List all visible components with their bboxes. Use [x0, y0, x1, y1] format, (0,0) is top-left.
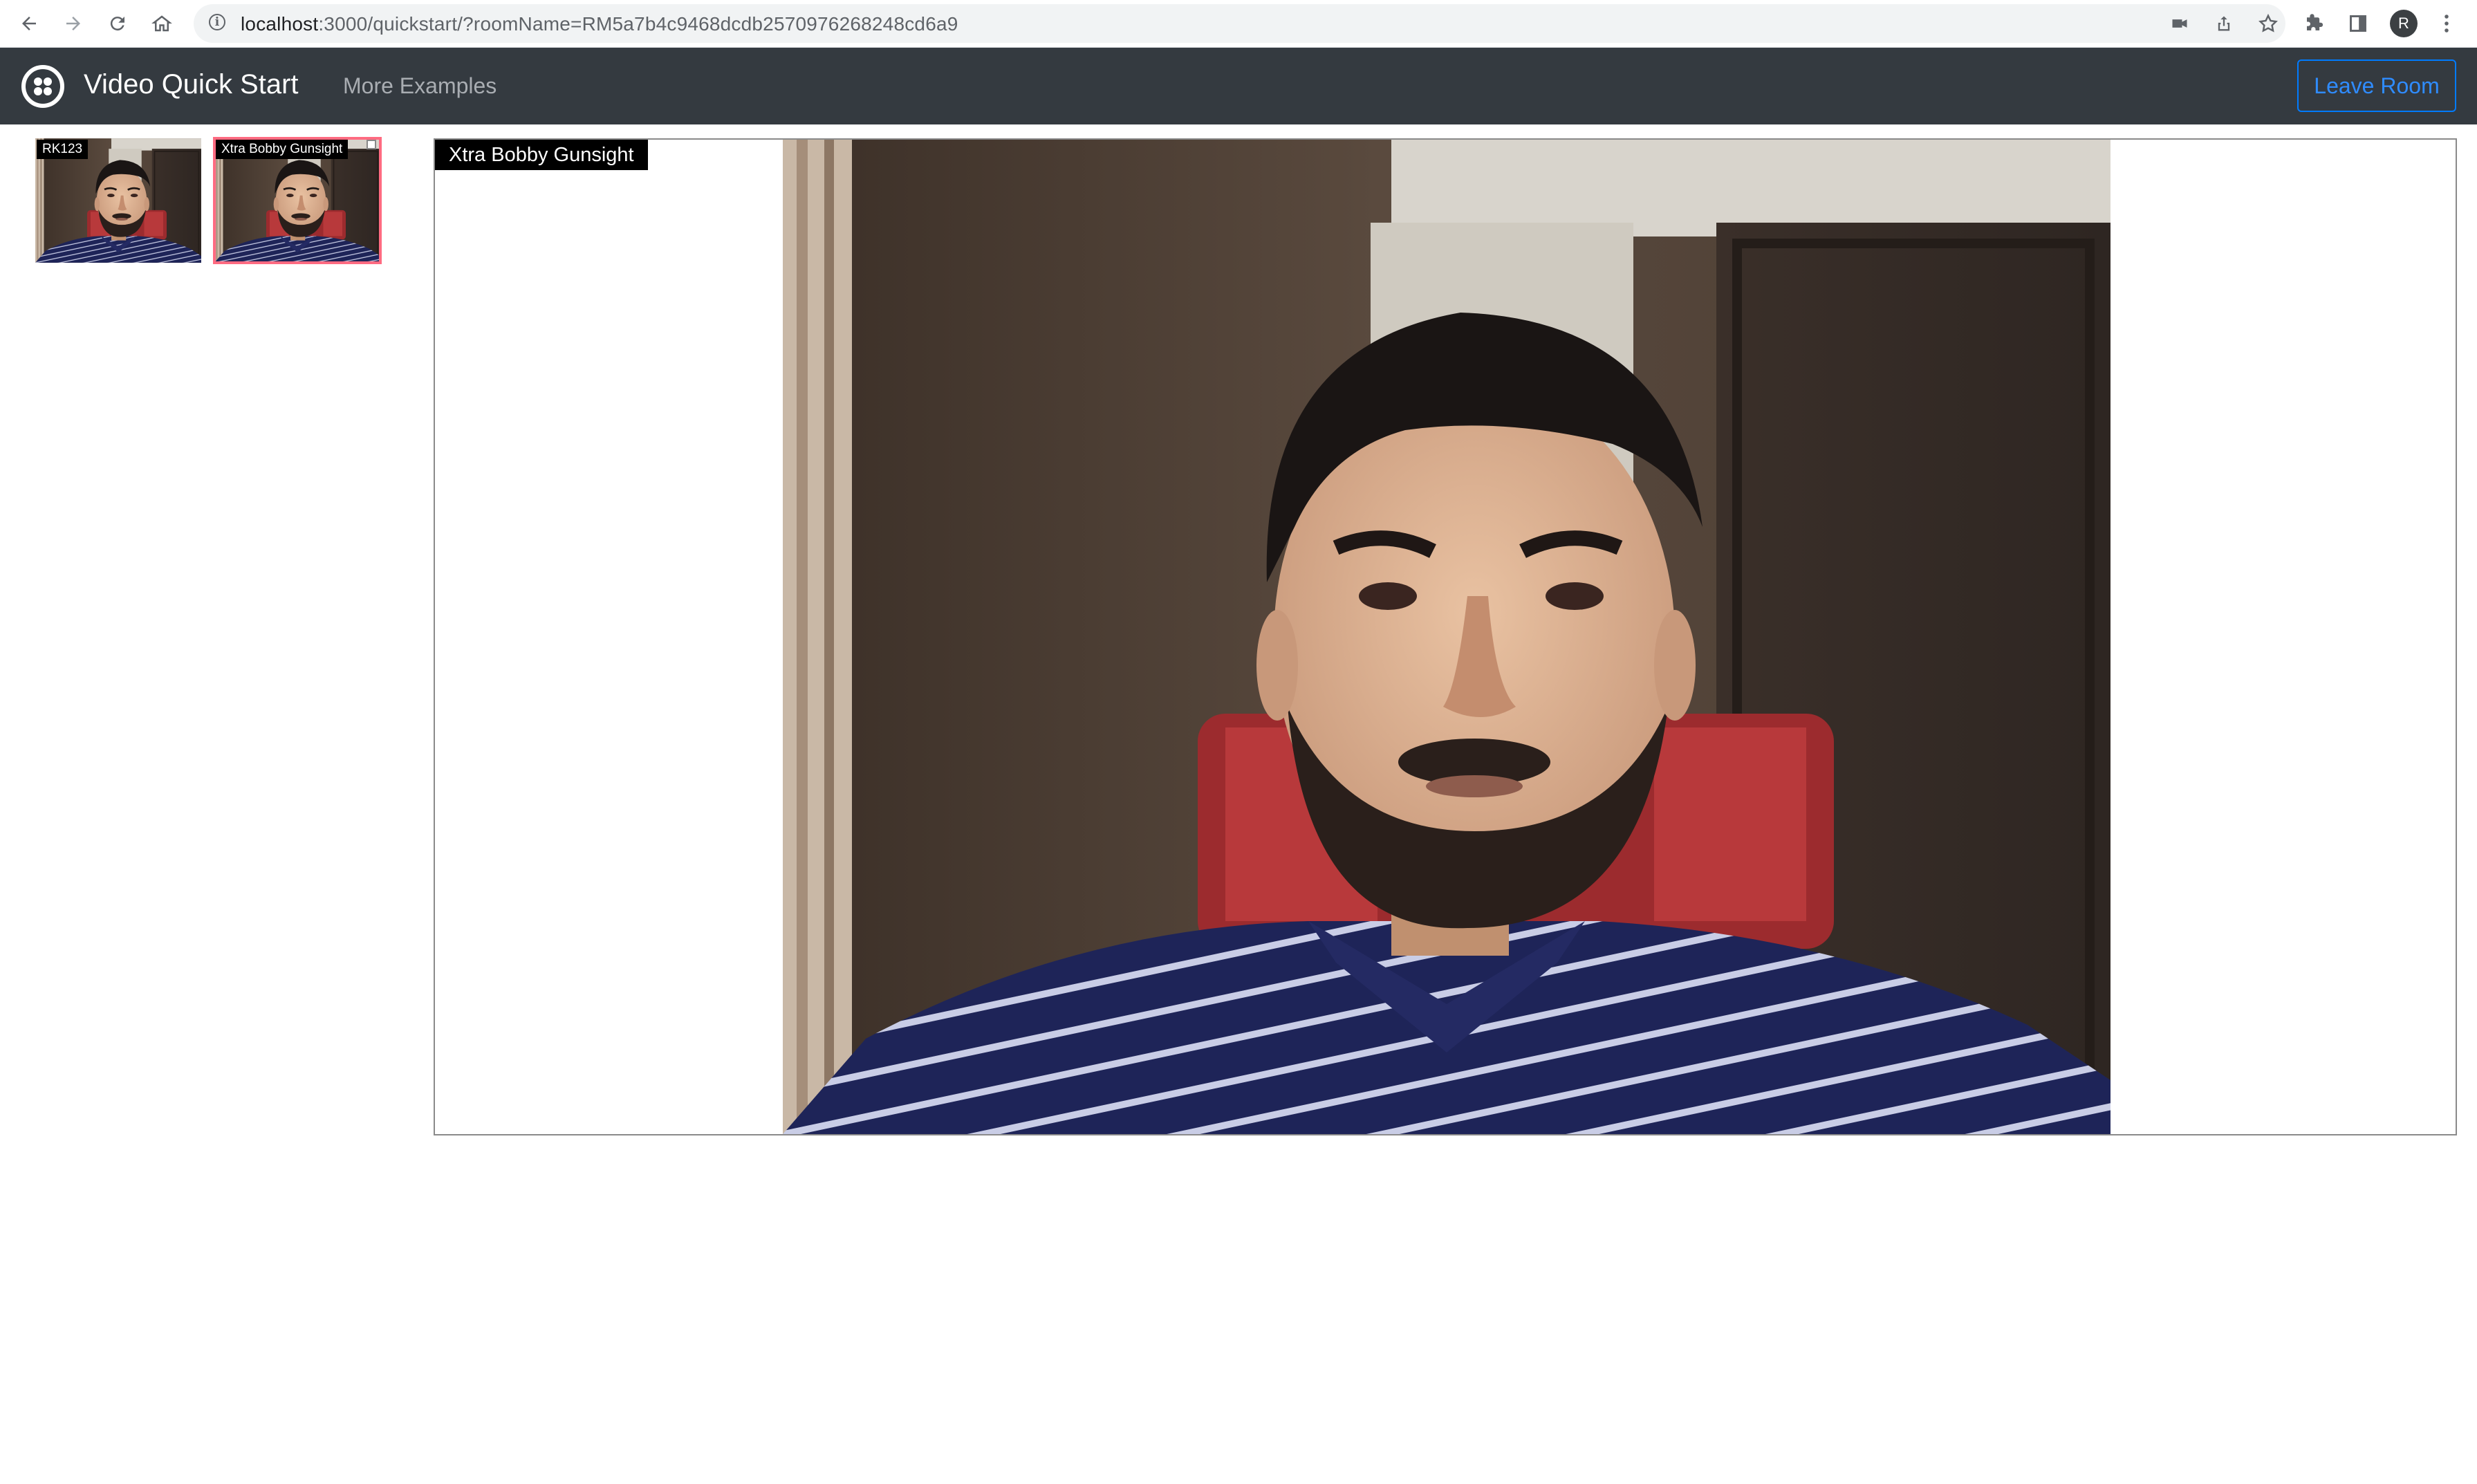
url-host: localhost [241, 13, 319, 35]
bookmark-star-icon[interactable] [2254, 10, 2282, 37]
browser-toolbar: i localhost:3000/quickstart/?roomName=RM… [0, 0, 2477, 48]
active-participant-video[interactable] [783, 140, 2110, 1134]
participant-name-tag: Xtra Bobby Gunsight [216, 140, 349, 159]
side-panel-icon[interactable] [2341, 7, 2375, 40]
twilio-logo-icon[interactable] [21, 65, 64, 108]
profile-avatar[interactable]: R [2390, 10, 2418, 37]
info-icon[interactable]: i [209, 14, 225, 30]
url-path: :3000/quickstart/?roomName=RM5a7b4c9468d… [318, 13, 958, 35]
more-examples-link[interactable]: More Examples [343, 73, 497, 99]
reload-icon[interactable] [101, 7, 134, 40]
address-bar[interactable]: i localhost:3000/quickstart/?roomName=RM… [194, 4, 2285, 43]
participant-thumbnail[interactable]: RK123 [35, 138, 201, 263]
home-icon[interactable] [145, 7, 178, 40]
kebab-menu-icon[interactable] [2430, 7, 2463, 40]
profile-initial: R [2398, 15, 2409, 32]
share-icon[interactable] [2210, 10, 2238, 37]
camera-icon[interactable] [2166, 10, 2193, 37]
audio-indicator-icon [367, 140, 376, 149]
main-video-stage: Xtra Bobby Gunsight [434, 138, 2457, 1135]
url-text[interactable]: localhost:3000/quickstart/?roomName=RM5a… [241, 13, 958, 35]
forward-arrow-icon[interactable] [57, 7, 90, 40]
back-arrow-icon[interactable] [12, 7, 46, 40]
app-navbar: Video Quick Start More Examples Leave Ro… [0, 48, 2477, 124]
brand-title[interactable]: Video Quick Start [84, 69, 299, 100]
active-participant-name: Xtra Bobby Gunsight [435, 140, 648, 170]
participant-thumbnail-active[interactable]: Xtra Bobby Gunsight [213, 137, 382, 264]
participant-name-tag: RK123 [37, 140, 89, 159]
leave-room-button[interactable]: Leave Room [2297, 59, 2456, 112]
extensions-puzzle-icon[interactable] [2297, 7, 2330, 40]
